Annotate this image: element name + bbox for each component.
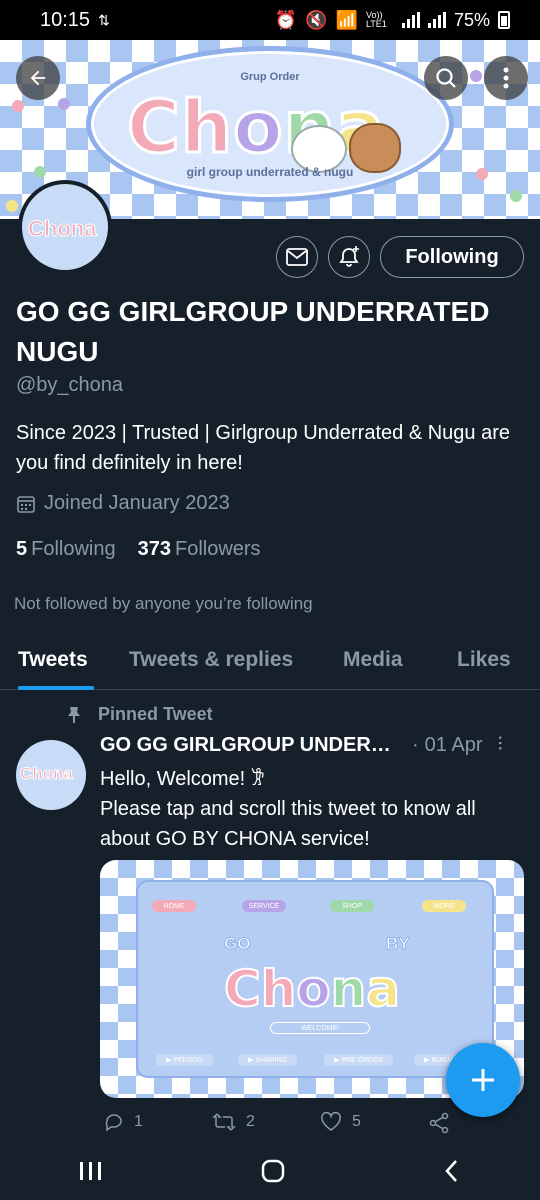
tweet-header: GO GG GIRLGROUP UNDERRATED NUGU · 01 Apr… xyxy=(100,734,514,757)
back-nav-icon[interactable] xyxy=(442,1158,462,1184)
tab-tweets[interactable]: Tweets xyxy=(18,648,88,672)
message-button[interactable] xyxy=(276,236,318,278)
mutuals-note: Not followed by anyone you’re following xyxy=(14,594,313,613)
compose-tweet-button[interactable] xyxy=(446,1043,520,1117)
share-icon xyxy=(429,1112,449,1134)
following-count-link[interactable]: 5 Following xyxy=(16,538,116,561)
more-vertical-icon xyxy=(503,67,509,89)
alarm-icon: ⏰ xyxy=(274,9,298,30)
reply-button[interactable]: 1 xyxy=(104,1112,143,1132)
profile-avatar[interactable]: Chona xyxy=(18,180,112,274)
joined-text: Joined January 2023 xyxy=(44,492,230,514)
battery-icon xyxy=(498,11,510,29)
search-icon xyxy=(436,68,456,88)
calendar-icon xyxy=(17,495,35,513)
media-nav-home: HOME xyxy=(152,900,196,912)
media-nav-shop: SHOP xyxy=(330,900,374,912)
more-options-button[interactable] xyxy=(484,56,528,100)
banner-logo-text: Chona xyxy=(125,84,385,171)
media-go-text: GO xyxy=(223,934,251,954)
banner-logo-oval: Grup Order Chona girl group underrated &… xyxy=(86,46,454,202)
mute-icon: 🔇 xyxy=(305,9,328,30)
status-time: 10:15 xyxy=(40,8,91,31)
like-button[interactable]: 5 xyxy=(320,1112,361,1132)
media-logo-text: Chona xyxy=(223,959,401,1019)
decor-dot xyxy=(12,100,24,112)
decor-dot xyxy=(470,70,482,82)
media-bottom-item: ▶ PRE ORDER xyxy=(324,1054,393,1066)
home-icon[interactable] xyxy=(260,1158,286,1184)
decor-dot xyxy=(510,190,522,202)
tweet-author-name[interactable]: GO GG GIRLGROUP UNDERRATED NUGU xyxy=(100,734,402,757)
tweet-line-2: Please tap and scroll this tweet to know… xyxy=(100,798,476,850)
tab-likes[interactable]: Likes xyxy=(457,648,511,672)
wifi-icon: 📶 xyxy=(335,9,358,30)
envelope-icon xyxy=(286,248,308,266)
decor-dot xyxy=(476,168,488,180)
retweet-button[interactable]: 2 xyxy=(212,1112,255,1132)
signal-icon-2 xyxy=(427,12,446,28)
notifications-button[interactable] xyxy=(328,236,370,278)
following-button[interactable]: Following xyxy=(380,236,524,278)
joined-date: Joined January 2023 xyxy=(16,492,230,515)
tweet-date[interactable]: 01 Apr xyxy=(425,734,483,757)
media-by-text: BY xyxy=(386,934,411,954)
avatar-logo-text: Chona xyxy=(27,216,97,242)
share-button[interactable] xyxy=(428,1112,450,1134)
heart-icon xyxy=(321,1112,341,1131)
plus-icon xyxy=(472,1069,494,1091)
tab-media[interactable]: Media xyxy=(343,648,403,672)
tweet-author-avatar[interactable]: Chona xyxy=(16,740,86,810)
media-panel: HOME SERVICE SHOP MORE GO BY Chona WELCO… xyxy=(136,880,494,1078)
media-nav-more: MORE xyxy=(422,900,466,912)
decor-dot xyxy=(34,166,46,178)
banner-tagline-bottom: girl group underrated & nugu xyxy=(186,165,354,179)
decor-dot xyxy=(6,200,18,212)
arrow-left-icon xyxy=(30,70,46,86)
profile-display-name: GO GG GIRLGROUP UNDERRATED NUGU xyxy=(16,296,490,367)
profile-tabs: Tweets Tweets & replies Media Likes xyxy=(0,636,540,690)
search-button[interactable] xyxy=(424,56,468,100)
system-nav-bar xyxy=(0,1142,540,1200)
bell-plus-icon xyxy=(339,246,359,267)
media-welcome: WELCOME! xyxy=(270,1022,370,1034)
profile-bio: Since 2023 | Trusted | Girlgroup Underra… xyxy=(16,422,510,474)
status-bar: 10:15 ⇅ ⏰ 🔇 📶 Vo)) LTE1 75% xyxy=(0,0,540,40)
decor-dot xyxy=(58,98,70,110)
tweet-line-1: Hello, Welcome! 𐦂 xyxy=(100,768,265,790)
followers-count-link[interactable]: 373 Followers xyxy=(138,538,261,561)
retweet-icon xyxy=(212,1113,236,1131)
banner-tagline-top: Grup Order xyxy=(240,71,300,83)
media-bottom-item: ▶ PERSOD xyxy=(156,1054,213,1066)
battery-percent: 75% xyxy=(453,9,490,30)
reply-icon xyxy=(105,1114,122,1132)
tweet-more-icon[interactable]: ··· xyxy=(488,734,514,750)
recent-apps-icon[interactable] xyxy=(78,1160,104,1182)
pinned-label: Pinned Tweet xyxy=(66,704,213,725)
data-saver-icon: ⇅ xyxy=(98,11,110,28)
profile-handle: @by_chona xyxy=(16,374,124,396)
signal-icon xyxy=(401,12,420,28)
back-button[interactable] xyxy=(16,56,60,100)
tab-tweets-replies[interactable]: Tweets & replies xyxy=(129,648,293,672)
network-label: Vo)) LTE1 xyxy=(365,10,387,29)
tweet-actions: 1 2 5 xyxy=(0,1112,540,1142)
tweet-text: Hello, Welcome! 𐦂 Please tap and scroll … xyxy=(100,764,520,854)
pin-icon xyxy=(68,706,80,723)
active-tab-indicator xyxy=(18,686,94,690)
media-nav-service: SERVICE xyxy=(242,900,286,912)
media-bottom-item: ▶ SHARING xyxy=(238,1054,298,1066)
follow-counts: 5 Following 373 Followers xyxy=(16,538,261,561)
